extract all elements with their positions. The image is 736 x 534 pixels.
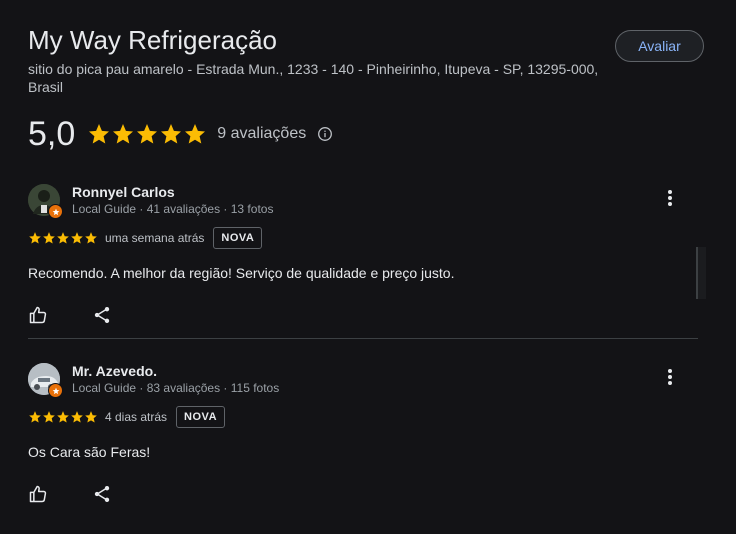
star-icon xyxy=(57,232,69,244)
like-icon[interactable] xyxy=(28,484,48,504)
reviewer-meta: Local Guide · 41 avaliações · 13 fotos xyxy=(72,202,274,216)
info-icon[interactable] xyxy=(317,126,333,142)
review-stars xyxy=(28,231,98,245)
star-icon xyxy=(85,411,97,423)
review-divider xyxy=(28,338,698,339)
new-badge: NOVA xyxy=(176,406,226,428)
review-count[interactable]: 9 avaliações xyxy=(217,125,306,143)
review-time: 4 dias atrás xyxy=(105,410,168,424)
reviewer-name[interactable]: Ronnyel Carlos xyxy=(72,184,273,200)
star-icon xyxy=(185,124,206,144)
scrollbar[interactable] xyxy=(696,247,706,299)
place-title: My Way Refrigeração xyxy=(28,25,277,55)
local-guide-badge-icon xyxy=(48,204,63,219)
review-text: Recomendo. A melhor da região! Serviço d… xyxy=(28,265,455,281)
like-icon[interactable] xyxy=(28,305,48,325)
star-icon xyxy=(161,124,182,144)
place-header: My Way Refrigeração sitio do pica pau am… xyxy=(28,24,608,96)
star-icon xyxy=(71,411,83,423)
review-item: Mr. Azevedo. Local Guide · 83 avaliações… xyxy=(28,363,698,504)
rating-summary: 5,0 9 avaliações xyxy=(28,114,333,154)
star-icon xyxy=(137,124,158,144)
rating-stars xyxy=(87,122,207,146)
star-icon xyxy=(71,232,83,244)
star-icon xyxy=(29,411,41,423)
share-icon[interactable] xyxy=(92,484,112,504)
more-options-icon[interactable] xyxy=(664,367,676,387)
more-options-icon[interactable] xyxy=(664,188,676,208)
review-time: uma semana atrás xyxy=(105,231,205,245)
star-icon xyxy=(43,411,55,423)
star-icon xyxy=(89,124,110,144)
place-address: sitio do pica pau amarelo - Estrada Mun.… xyxy=(28,61,599,95)
review-item: Ronnyel Carlos Local Guide · 41 avaliaçõ… xyxy=(28,184,698,325)
star-icon xyxy=(57,411,69,423)
reviewer-name[interactable]: Mr. Azevedo. xyxy=(72,363,279,379)
share-icon[interactable] xyxy=(92,305,112,325)
local-guide-badge-icon xyxy=(48,383,63,398)
star-icon xyxy=(29,232,41,244)
avatar[interactable] xyxy=(28,184,63,219)
review-text: Os Cara são Feras! xyxy=(28,444,151,460)
reviewer-meta: Local Guide · 83 avaliações · 115 fotos xyxy=(72,381,280,395)
new-badge: NOVA xyxy=(213,227,263,249)
avatar[interactable] xyxy=(28,363,63,398)
review-stars xyxy=(28,410,98,424)
star-icon xyxy=(85,232,97,244)
rating-value: 5,0 xyxy=(28,115,76,153)
star-icon xyxy=(43,232,55,244)
star-icon xyxy=(113,124,134,144)
avaliar-button[interactable]: Avaliar xyxy=(615,30,704,62)
